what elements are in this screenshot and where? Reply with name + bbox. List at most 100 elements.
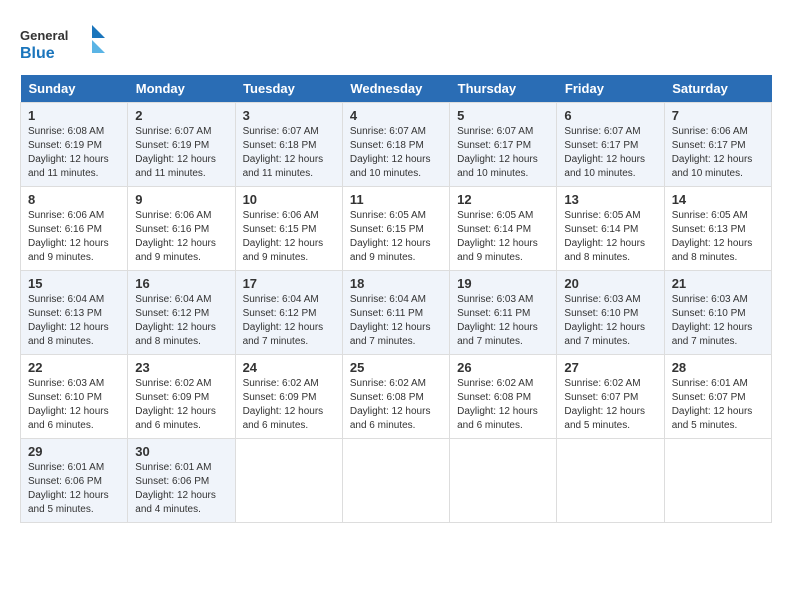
calendar-cell: 29 Sunrise: 6:01 AM Sunset: 6:06 PM Dayli… xyxy=(21,439,128,523)
calendar-cell xyxy=(342,439,449,523)
page-header: General Blue xyxy=(20,20,772,65)
day-info: Sunrise: 6:07 AM Sunset: 6:17 PM Dayligh… xyxy=(457,125,549,181)
day-info: Sunrise: 6:07 AM Sunset: 6:17 PM Dayligh… xyxy=(564,125,656,181)
calendar-cell: 28Sunrise: 6:01 AM Sunset: 6:07 PM Dayli… xyxy=(664,355,771,439)
day-info: Sunrise: 6:01 AM Sunset: 6:06 PM Dayligh… xyxy=(135,461,227,517)
day-number: 17 xyxy=(243,276,335,291)
day-number: 9 xyxy=(135,192,227,207)
calendar-cell: 10 Sunrise: 6:06 AM Sunset: 6:15 PM Dayli… xyxy=(235,187,342,271)
calendar-cell: 8 Sunrise: 6:06 AM Sunset: 6:16 PM Daylig… xyxy=(21,187,128,271)
logo: General Blue xyxy=(20,20,110,65)
day-info: Sunrise: 6:05 AM Sunset: 6:14 PM Dayligh… xyxy=(457,209,549,265)
day-number: 4 xyxy=(350,108,442,123)
column-header-thursday: Thursday xyxy=(450,75,557,103)
column-header-saturday: Saturday xyxy=(664,75,771,103)
day-info: Sunrise: 6:04 AM Sunset: 6:12 PM Dayligh… xyxy=(135,293,227,349)
day-number: 11 xyxy=(350,192,442,207)
day-info: Sunrise: 6:02 AM Sunset: 6:07 PM Dayligh… xyxy=(564,377,656,433)
day-info: Sunrise: 6:02 AM Sunset: 6:08 PM Dayligh… xyxy=(350,377,442,433)
day-number: 1 xyxy=(28,108,120,123)
day-info: Sunrise: 6:01 AM Sunset: 6:06 PM Dayligh… xyxy=(28,461,120,517)
calendar-cell: 12 Sunrise: 6:05 AM Sunset: 6:14 PM Dayli… xyxy=(450,187,557,271)
day-number: 25 xyxy=(350,360,442,375)
day-info: Sunrise: 6:06 AM Sunset: 6:15 PM Dayligh… xyxy=(243,209,335,265)
svg-text:Blue: Blue xyxy=(20,45,55,62)
day-number: 16 xyxy=(135,276,227,291)
calendar-cell xyxy=(450,439,557,523)
day-info: Sunrise: 6:01 AM Sunset: 6:07 PM Dayligh… xyxy=(672,377,764,433)
calendar-cell: 7 Sunrise: 6:06 AM Sunset: 6:17 PM Daylig… xyxy=(664,103,771,187)
logo-svg: General Blue xyxy=(20,20,110,65)
day-number: 2 xyxy=(135,108,227,123)
column-header-wednesday: Wednesday xyxy=(342,75,449,103)
day-info: Sunrise: 6:03 AM Sunset: 6:10 PM Dayligh… xyxy=(672,293,764,349)
day-info: Sunrise: 6:07 AM Sunset: 6:18 PM Dayligh… xyxy=(243,125,335,181)
day-info: Sunrise: 6:06 AM Sunset: 6:16 PM Dayligh… xyxy=(28,209,120,265)
day-info: Sunrise: 6:03 AM Sunset: 6:11 PM Dayligh… xyxy=(457,293,549,349)
day-info: Sunrise: 6:07 AM Sunset: 6:19 PM Dayligh… xyxy=(135,125,227,181)
calendar-cell xyxy=(557,439,664,523)
day-info: Sunrise: 6:02 AM Sunset: 6:09 PM Dayligh… xyxy=(243,377,335,433)
day-number: 14 xyxy=(672,192,764,207)
day-info: Sunrise: 6:08 AM Sunset: 6:19 PM Dayligh… xyxy=(28,125,120,181)
calendar-cell: 18Sunrise: 6:04 AM Sunset: 6:11 PM Dayli… xyxy=(342,271,449,355)
calendar-cell: 1 Sunrise: 6:08 AM Sunset: 6:19 PM Daylig… xyxy=(21,103,128,187)
day-number: 29 xyxy=(28,444,120,459)
day-info: Sunrise: 6:03 AM Sunset: 6:10 PM Dayligh… xyxy=(28,377,120,433)
svg-text:General: General xyxy=(20,28,68,43)
calendar-cell: 24Sunrise: 6:02 AM Sunset: 6:09 PM Dayli… xyxy=(235,355,342,439)
calendar-cell: 14 Sunrise: 6:05 AM Sunset: 6:13 PM Dayli… xyxy=(664,187,771,271)
day-info: Sunrise: 6:07 AM Sunset: 6:18 PM Dayligh… xyxy=(350,125,442,181)
calendar-cell: 23Sunrise: 6:02 AM Sunset: 6:09 PM Dayli… xyxy=(128,355,235,439)
day-info: Sunrise: 6:06 AM Sunset: 6:17 PM Dayligh… xyxy=(672,125,764,181)
day-number: 12 xyxy=(457,192,549,207)
calendar-cell: 3 Sunrise: 6:07 AM Sunset: 6:18 PM Daylig… xyxy=(235,103,342,187)
day-number: 27 xyxy=(564,360,656,375)
calendar-cell: 25 Sunrise: 6:02 AM Sunset: 6:08 PM Dayli… xyxy=(342,355,449,439)
day-number: 22 xyxy=(28,360,120,375)
day-number: 30 xyxy=(135,444,227,459)
day-info: Sunrise: 6:04 AM Sunset: 6:11 PM Dayligh… xyxy=(350,293,442,349)
calendar-cell: 5 Sunrise: 6:07 AM Sunset: 6:17 PM Daylig… xyxy=(450,103,557,187)
day-number: 26 xyxy=(457,360,549,375)
day-number: 23 xyxy=(135,360,227,375)
calendar-cell: 11Sunrise: 6:05 AM Sunset: 6:15 PM Dayli… xyxy=(342,187,449,271)
calendar-cell: 4 Sunrise: 6:07 AM Sunset: 6:18 PM Daylig… xyxy=(342,103,449,187)
day-number: 20 xyxy=(564,276,656,291)
day-number: 21 xyxy=(672,276,764,291)
day-info: Sunrise: 6:06 AM Sunset: 6:16 PM Dayligh… xyxy=(135,209,227,265)
day-info: Sunrise: 6:05 AM Sunset: 6:13 PM Dayligh… xyxy=(672,209,764,265)
calendar-table: SundayMondayTuesdayWednesdayThursdayFrid… xyxy=(20,75,772,523)
day-info: Sunrise: 6:04 AM Sunset: 6:12 PM Dayligh… xyxy=(243,293,335,349)
day-number: 15 xyxy=(28,276,120,291)
calendar-cell: 15 Sunrise: 6:04 AM Sunset: 6:13 PM Dayli… xyxy=(21,271,128,355)
column-header-tuesday: Tuesday xyxy=(235,75,342,103)
calendar-cell: 21 Sunrise: 6:03 AM Sunset: 6:10 PM Dayli… xyxy=(664,271,771,355)
calendar-cell xyxy=(664,439,771,523)
calendar-cell: 22 Sunrise: 6:03 AM Sunset: 6:10 PM Dayli… xyxy=(21,355,128,439)
calendar-cell: 16 Sunrise: 6:04 AM Sunset: 6:12 PM Dayli… xyxy=(128,271,235,355)
calendar-cell: 20 Sunrise: 6:03 AM Sunset: 6:10 PM Dayli… xyxy=(557,271,664,355)
day-number: 7 xyxy=(672,108,764,123)
day-info: Sunrise: 6:03 AM Sunset: 6:10 PM Dayligh… xyxy=(564,293,656,349)
column-header-friday: Friday xyxy=(557,75,664,103)
calendar-cell: 6 Sunrise: 6:07 AM Sunset: 6:17 PM Daylig… xyxy=(557,103,664,187)
day-number: 5 xyxy=(457,108,549,123)
day-info: Sunrise: 6:02 AM Sunset: 6:08 PM Dayligh… xyxy=(457,377,549,433)
calendar-cell: 19 Sunrise: 6:03 AM Sunset: 6:11 PM Dayli… xyxy=(450,271,557,355)
day-info: Sunrise: 6:04 AM Sunset: 6:13 PM Dayligh… xyxy=(28,293,120,349)
calendar-cell xyxy=(235,439,342,523)
calendar-cell: 27 Sunrise: 6:02 AM Sunset: 6:07 PM Dayli… xyxy=(557,355,664,439)
column-header-sunday: Sunday xyxy=(21,75,128,103)
calendar-cell: 9 Sunrise: 6:06 AM Sunset: 6:16 PM Daylig… xyxy=(128,187,235,271)
day-number: 3 xyxy=(243,108,335,123)
day-info: Sunrise: 6:05 AM Sunset: 6:14 PM Dayligh… xyxy=(564,209,656,265)
day-number: 13 xyxy=(564,192,656,207)
day-number: 19 xyxy=(457,276,549,291)
calendar-cell: 13 Sunrise: 6:05 AM Sunset: 6:14 PM Dayli… xyxy=(557,187,664,271)
calendar-cell: 26 Sunrise: 6:02 AM Sunset: 6:08 PM Dayli… xyxy=(450,355,557,439)
day-number: 8 xyxy=(28,192,120,207)
column-header-monday: Monday xyxy=(128,75,235,103)
day-number: 6 xyxy=(564,108,656,123)
day-number: 10 xyxy=(243,192,335,207)
